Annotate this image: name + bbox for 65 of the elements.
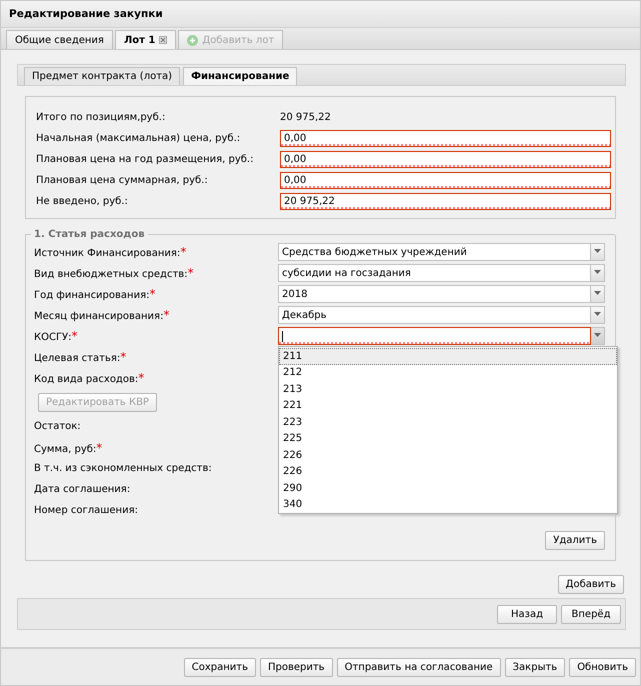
tab[interactable]: Финансирование <box>183 67 298 85</box>
dropdown-button[interactable] <box>591 242 605 260</box>
select-field[interactable]: Декабрь <box>278 306 591 324</box>
input-field[interactable]: 0,00 <box>280 130 611 147</box>
field-label: Не введено, руб.: <box>36 196 129 207</box>
caret-icon <box>594 291 601 296</box>
dropdown-option[interactable]: 290 <box>279 480 617 496</box>
dropdown-button[interactable] <box>591 306 605 324</box>
field-label: Остаток: <box>34 421 82 432</box>
add-button[interactable]: Добавить <box>558 575 624 594</box>
caret-icon <box>594 249 601 254</box>
text-cursor <box>282 330 283 342</box>
caret-icon <box>594 312 601 317</box>
window-title: Редактирование закупки <box>9 8 163 20</box>
dropdown-option[interactable]: 340 <box>279 496 617 513</box>
field-label: Код вида расходов:* <box>34 370 146 384</box>
delete-button[interactable]: Удалить <box>545 531 605 550</box>
dropdown-button[interactable] <box>591 284 605 302</box>
input-field[interactable]: 20 975,22 <box>280 193 611 210</box>
field-label: Сумма, руб:* <box>34 440 104 454</box>
input-field[interactable]: 0,00 <box>280 172 611 189</box>
combo-field[interactable] <box>278 326 591 344</box>
field-label: КОСГУ:* <box>34 328 79 342</box>
dropdown-option[interactable]: 211 <box>279 348 617 364</box>
footer-button[interactable]: Проверить <box>260 658 333 676</box>
add-icon <box>187 34 198 46</box>
field-value: 20 975,22 <box>280 112 331 123</box>
dropdown-button[interactable] <box>591 264 605 282</box>
field-label: Вид внебюджетных средств:* <box>34 266 195 280</box>
input-field[interactable]: 0,00 <box>280 151 611 168</box>
footer-button[interactable]: Сохранить <box>184 658 256 676</box>
dropdown-button[interactable] <box>591 326 605 344</box>
footer-button[interactable]: Отправить на согласование <box>336 658 501 676</box>
field-label: Плановая цена суммарная, руб.: <box>36 175 209 186</box>
field-label: Номер соглашения: <box>34 505 139 516</box>
tab[interactable]: Лот 1 <box>114 30 176 49</box>
select-field[interactable]: 2018 <box>278 284 591 302</box>
nav-button[interactable]: Вперёд <box>561 604 621 624</box>
caret-icon <box>594 333 601 338</box>
dropdown-option[interactable]: 212 <box>279 364 617 381</box>
footer-button[interactable]: Обновить <box>569 658 636 676</box>
field-label: Плановая цена на год размещения, руб.: <box>36 154 254 165</box>
field-label: В т.ч. из сэкономленных средств: <box>34 463 213 474</box>
field-label: Итого по позициям,руб.: <box>36 112 166 123</box>
dropdown-option[interactable]: 223 <box>279 414 617 430</box>
dropdown-option[interactable]: 213 <box>279 381 617 398</box>
close-icon[interactable] <box>159 36 168 44</box>
field-label: Дата соглашения: <box>34 484 132 495</box>
dropdown-option[interactable]: 226 <box>279 464 617 480</box>
field-label: Месяц финансирования:* <box>34 308 170 322</box>
dropdown-option[interactable]: 226 <box>279 447 617 464</box>
dropdown-option[interactable]: 221 <box>279 398 617 414</box>
field-label: Начальная (максимальная) цена, руб.: <box>36 133 242 144</box>
nav-button[interactable]: Назад <box>497 604 557 624</box>
section-legend: 1. Статья расходов <box>34 228 145 240</box>
select-field[interactable]: субсидии на госзадания <box>278 264 591 282</box>
field-label: Год финансирования:* <box>34 286 156 300</box>
caret-icon <box>594 270 601 275</box>
tab[interactable]: Предмет контракта (лота) <box>24 67 180 85</box>
field-label: Источник Финансирования:* <box>34 244 188 258</box>
select-field[interactable]: Средства бюджетных учреждений <box>278 242 591 260</box>
tab[interactable]: Общие сведения <box>6 30 113 49</box>
field-label: Целевая статья:* <box>34 350 128 364</box>
dropdown-option[interactable]: 225 <box>279 430 617 447</box>
footer-button[interactable]: Закрыть <box>504 658 566 676</box>
